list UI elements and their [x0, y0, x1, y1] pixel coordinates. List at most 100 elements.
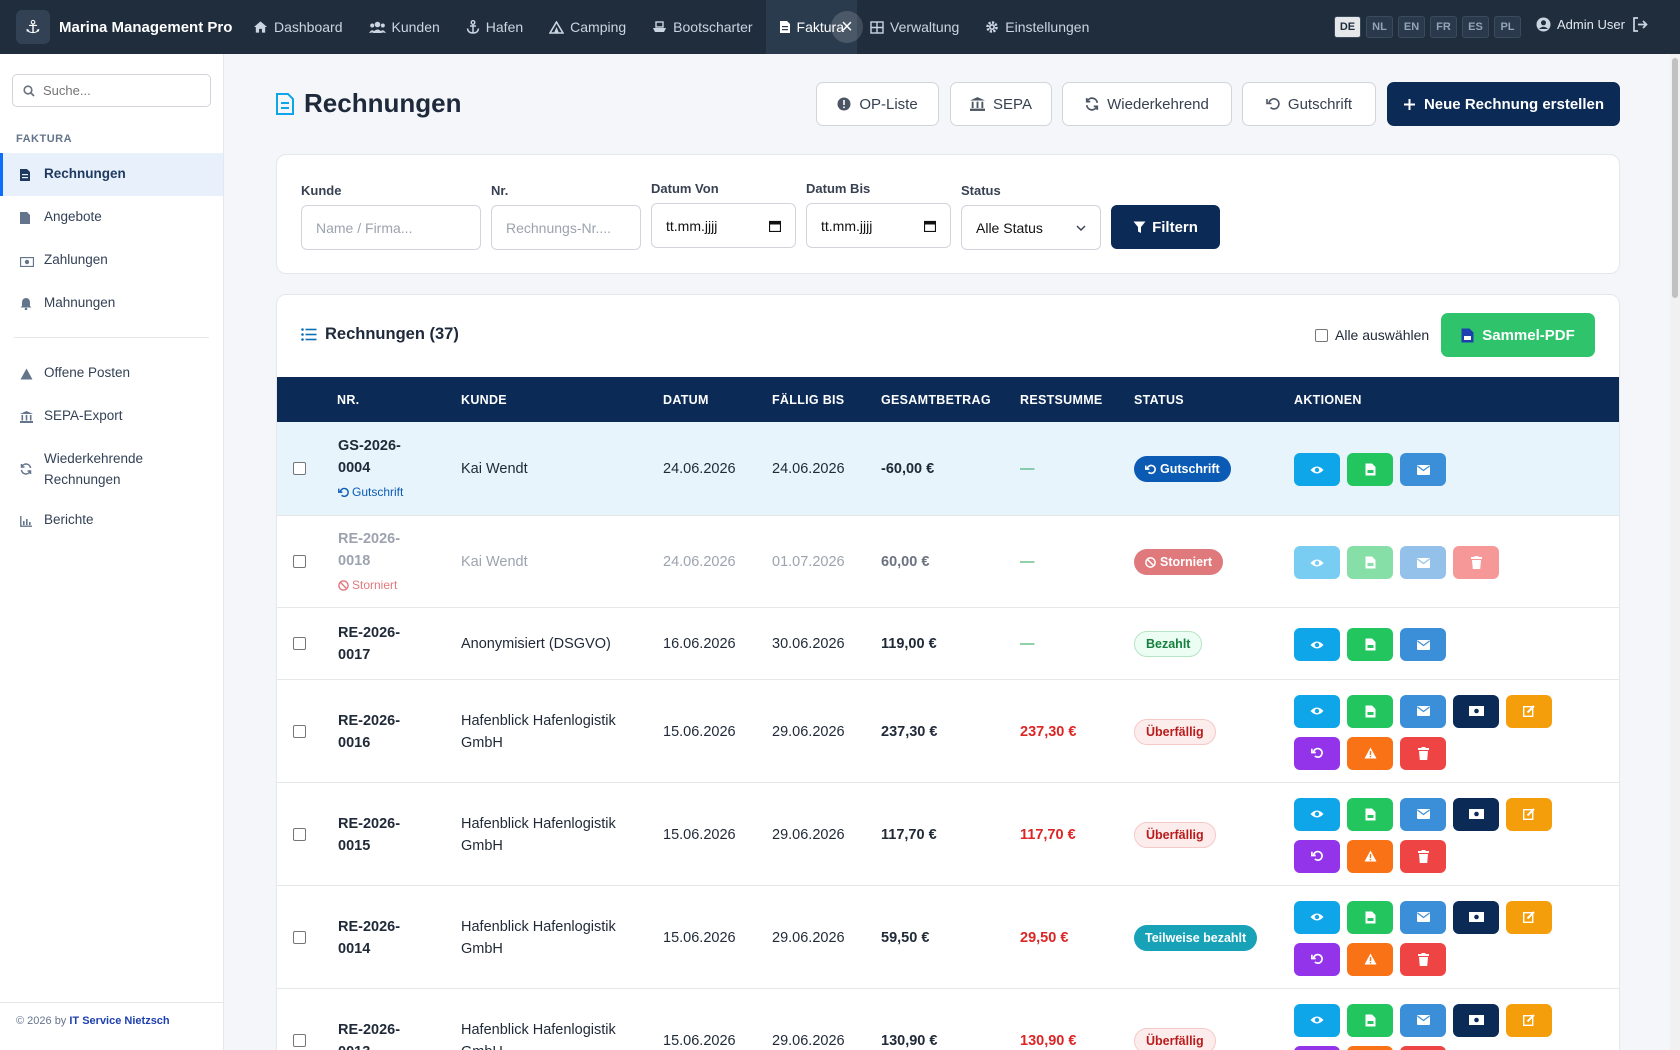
row-checkbox[interactable] [293, 930, 306, 944]
delete-button[interactable] [1453, 546, 1499, 579]
reminder-button[interactable] [1347, 736, 1393, 770]
sidebar-item-zahlungen[interactable]: Zahlungen [0, 239, 223, 282]
table-row[interactable]: RE-2026- 0014 Hafenblick Hafenlogistik GmbH… [277, 886, 1619, 989]
delete-button[interactable] [1400, 839, 1446, 873]
nav-verwaltung[interactable]: Verwaltung [857, 0, 972, 54]
column-header-datum[interactable]: DATUM [663, 393, 709, 407]
view-eye-button[interactable] [1294, 900, 1340, 934]
pdf-button[interactable] [1347, 694, 1393, 728]
column-header-faellig-bis[interactable]: FÄLLIG BIS [772, 393, 844, 407]
payment-button[interactable] [1453, 1003, 1499, 1037]
view-eye-button[interactable] [1294, 1003, 1340, 1037]
view-eye-button[interactable] [1294, 797, 1340, 831]
search-input[interactable] [43, 83, 193, 98]
column-header-restsumme[interactable]: RESTSUMME [1020, 393, 1103, 407]
pdf-button[interactable] [1347, 546, 1393, 579]
lang-es[interactable]: ES [1462, 16, 1489, 38]
payment-button[interactable] [1453, 900, 1499, 934]
edit-button[interactable] [1506, 900, 1552, 934]
sidebar-item-angebote[interactable]: Angebote [0, 196, 223, 239]
sidebar-search[interactable] [12, 74, 211, 107]
delete-button[interactable] [1400, 1045, 1446, 1050]
brand[interactable]: ⚓ Marina Management Pro [0, 0, 240, 54]
invoice-number[interactable]: RE-2026- 0013 [338, 1019, 400, 1050]
email-button[interactable] [1400, 797, 1446, 831]
table-row[interactable]: RE-2026- 0016 Hafenblick Hafenlogistik GmbH… [277, 680, 1619, 783]
table-row[interactable]: RE-2026- 0013 Hafenblick Hafenlogistik GmbH… [277, 989, 1619, 1050]
pdf-button[interactable] [1347, 1003, 1393, 1037]
reminder-button[interactable] [1347, 1045, 1393, 1050]
sidebar-item-mahnungen[interactable]: Mahnungen [0, 282, 223, 325]
sidebar-item-offene-posten[interactable]: Offene Posten [0, 352, 223, 395]
column-header-nr[interactable]: NR. [337, 393, 359, 407]
edit-button[interactable] [1506, 797, 1552, 831]
nav-kunden[interactable]: Kunden [356, 0, 453, 54]
neue-rechnung-button[interactable]: Neue Rechnung erstellen [1387, 82, 1620, 126]
invoice-number[interactable]: RE-2026- 0014 [338, 916, 400, 960]
email-button[interactable] [1400, 694, 1446, 728]
sidebar-item-sepa-export[interactable]: SEPA-Export [0, 395, 223, 438]
delete-button[interactable] [1400, 736, 1446, 770]
credit-note-button[interactable] [1294, 1045, 1340, 1050]
sidebar-item-rechnungen[interactable]: Rechnungen [0, 153, 223, 196]
email-button[interactable] [1400, 546, 1446, 579]
sepa-button[interactable]: SEPA [950, 82, 1052, 126]
invoice-number[interactable]: RE-2026- 0017 [338, 622, 400, 666]
lang-pl[interactable]: PL [1494, 16, 1521, 38]
view-eye-button[interactable] [1294, 453, 1340, 486]
footer-company-link[interactable]: IT Service Nietzsch [69, 1015, 169, 1027]
nav-dashboard[interactable]: Dashboard [240, 0, 356, 54]
nav-einstellungen[interactable]: Einstellungen [972, 0, 1102, 54]
view-eye-button[interactable] [1294, 694, 1340, 728]
select-all[interactable]: Alle auswählen [1315, 327, 1429, 343]
column-header-gesamtbetrag[interactable]: GESAMTBETRAG [881, 393, 991, 407]
view-eye-button[interactable] [1294, 546, 1340, 579]
pdf-button[interactable] [1347, 797, 1393, 831]
invoice-number[interactable]: RE-2026- 0016 [338, 710, 400, 754]
credit-note-button[interactable] [1294, 839, 1340, 873]
scrollbar-thumb[interactable] [1672, 58, 1678, 298]
filter-button[interactable]: Filtern [1111, 205, 1220, 249]
table-row[interactable]: GS-2026- 0004 Gutschrift Kai Wendt 24.06.202… [277, 422, 1619, 516]
wiederkehrend-button[interactable]: Wiederkehrend [1062, 82, 1232, 126]
nav-faktura[interactable]: Faktura × [765, 0, 864, 54]
pdf-button[interactable] [1347, 900, 1393, 934]
row-checkbox[interactable] [293, 724, 306, 738]
edit-button[interactable] [1506, 694, 1552, 728]
status-select[interactable]: Alle Status [961, 205, 1101, 250]
email-button[interactable] [1400, 628, 1446, 661]
lang-de[interactable]: DE [1334, 16, 1361, 38]
invoice-number[interactable]: GS-2026- 0004 [338, 435, 401, 479]
row-checkbox[interactable] [293, 555, 306, 568]
pdf-button[interactable] [1347, 453, 1393, 486]
op-liste-button[interactable]: OP-Liste [816, 82, 939, 126]
reminder-button[interactable] [1347, 942, 1393, 976]
row-checkbox[interactable] [293, 827, 306, 841]
datum-von-input[interactable]: tt.mm.jjjj [651, 203, 796, 248]
payment-button[interactable] [1453, 797, 1499, 831]
credit-note-button[interactable] [1294, 736, 1340, 770]
email-button[interactable] [1400, 453, 1446, 486]
edit-button[interactable] [1506, 1003, 1552, 1037]
credit-note-button[interactable] [1294, 942, 1340, 976]
rechnungs-nr-input[interactable]: Rechnungs-Nr.... [491, 205, 641, 250]
delete-button[interactable] [1400, 942, 1446, 976]
kunde-input[interactable]: Name / Firma... [301, 205, 481, 250]
table-row[interactable]: RE-2026- 0018 Storniert Kai Wendt 24.06.2026… [277, 516, 1619, 608]
email-button[interactable] [1400, 1003, 1446, 1037]
row-checkbox[interactable] [293, 462, 306, 475]
logout-icon[interactable] [1632, 17, 1649, 35]
sidebar-item-wiederkehrende-rechnungen[interactable]: Wiederkehrende Rechnungen [0, 438, 223, 499]
row-checkbox[interactable] [293, 637, 306, 650]
nav-hafen[interactable]: Hafen [453, 0, 536, 54]
nav-bootscharter[interactable]: Bootscharter [639, 0, 765, 54]
payment-button[interactable] [1453, 694, 1499, 728]
view-eye-button[interactable] [1294, 628, 1340, 661]
select-all-checkbox[interactable] [1315, 328, 1328, 342]
table-row[interactable]: RE-2026- 0015 Hafenblick Hafenlogistik GmbH… [277, 783, 1619, 886]
table-row[interactable]: RE-2026- 0017 Anonymisiert (DSGVO) 16.06.20… [277, 608, 1619, 680]
lang-fr[interactable]: FR [1430, 16, 1457, 38]
gutschrift-button[interactable]: Gutschrift [1242, 82, 1376, 126]
lang-en[interactable]: EN [1398, 16, 1425, 38]
lang-nl[interactable]: NL [1366, 16, 1393, 38]
